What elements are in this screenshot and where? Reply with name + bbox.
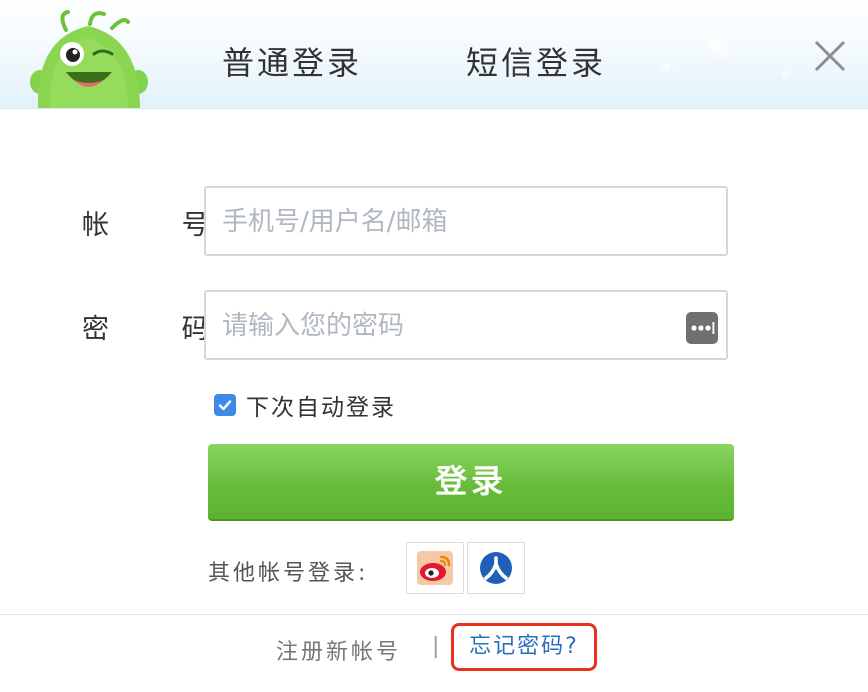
password-input[interactable] <box>220 292 684 360</box>
auto-login-checkbox[interactable] <box>214 394 236 416</box>
tab-normal-login[interactable]: 普通登录 <box>222 38 362 84</box>
account-input[interactable] <box>220 188 684 256</box>
register-link[interactable]: 注册新帐号 <box>276 634 401 666</box>
footer-separator: | <box>432 634 440 659</box>
check-icon <box>218 400 232 411</box>
tab-sms-login[interactable]: 短信登录 <box>466 38 606 84</box>
renren-login-button[interactable] <box>467 542 525 594</box>
renren-icon <box>480 552 512 584</box>
login-button[interactable]: 登录 <box>208 444 734 521</box>
weibo-icon <box>417 551 453 585</box>
close-icon[interactable] <box>810 36 850 76</box>
auto-login-label: 下次自动登录 <box>246 395 396 421</box>
weibo-login-button[interactable] <box>406 542 464 594</box>
footer-divider <box>0 614 868 615</box>
mascot-logo <box>30 10 148 108</box>
other-account-label: 其他帐号登录: <box>208 561 369 586</box>
password-field <box>204 290 728 360</box>
login-dialog: 普通登录 短信登录 帐 号 密 码 下次自动登录 登录 其他 <box>0 0 868 692</box>
dialog-header: 普通登录 短信登录 <box>0 0 868 109</box>
forgot-password-link[interactable]: 忘记密码? <box>451 623 597 671</box>
password-dots-icon[interactable] <box>686 312 718 344</box>
auto-login-row: 下次自动登录 <box>214 391 396 421</box>
account-field <box>204 186 728 256</box>
